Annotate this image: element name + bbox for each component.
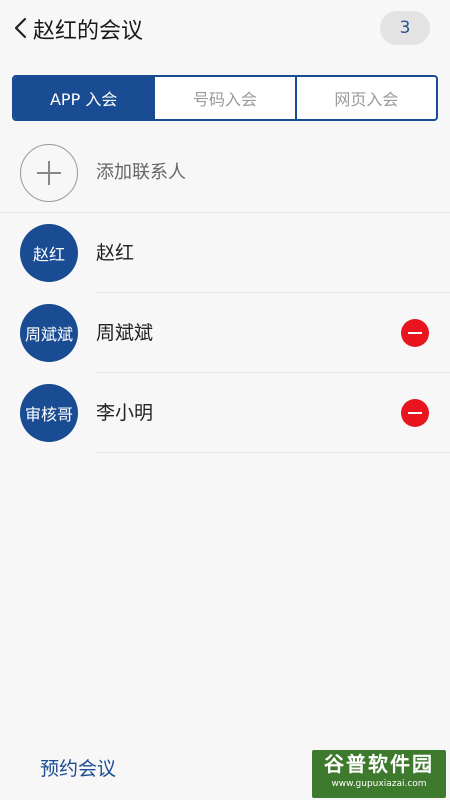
avatar: 赵红 bbox=[20, 224, 78, 282]
participant-row[interactable]: 赵红 赵红 bbox=[0, 213, 450, 293]
add-contact-button[interactable] bbox=[20, 144, 78, 202]
plus-icon bbox=[37, 161, 61, 185]
tab-phone-join[interactable]: 号码入会 bbox=[153, 77, 294, 119]
participant-name: 赵红 bbox=[96, 242, 135, 264]
back-chevron-icon[interactable] bbox=[12, 16, 32, 40]
add-contact-label: 添加联系人 bbox=[96, 162, 186, 183]
avatar: 审核哥 bbox=[20, 384, 78, 442]
add-contact-row[interactable]: 添加联系人 bbox=[0, 133, 450, 213]
participant-count-badge[interactable]: 3 bbox=[380, 11, 430, 45]
participant-name: 李小明 bbox=[96, 402, 154, 424]
schedule-meeting-link[interactable]: 预约会议 bbox=[40, 754, 116, 781]
watermark-brand: 谷普软件园 bbox=[324, 752, 434, 776]
divider bbox=[96, 452, 450, 453]
tab-web-join[interactable]: 网页入会 bbox=[294, 77, 436, 119]
watermark-logo: 谷普软件园 www.gupuxiazai.com bbox=[312, 750, 446, 798]
remove-participant-button[interactable] bbox=[401, 319, 429, 347]
tab-app-join[interactable]: APP 入会 bbox=[14, 77, 154, 119]
header: 赵红的会议 3 bbox=[0, 0, 450, 56]
page-title: 赵红的会议 bbox=[33, 19, 144, 44]
remove-participant-button[interactable] bbox=[401, 399, 429, 427]
participant-row[interactable]: 周斌斌 周斌斌 bbox=[0, 293, 450, 373]
watermark-url: www.gupuxiazai.com bbox=[331, 779, 427, 789]
participant-name: 周斌斌 bbox=[96, 322, 154, 344]
avatar: 周斌斌 bbox=[20, 304, 78, 362]
join-method-tabs: APP 入会 号码入会 网页入会 bbox=[12, 75, 438, 121]
participant-row[interactable]: 审核哥 李小明 bbox=[0, 373, 450, 453]
